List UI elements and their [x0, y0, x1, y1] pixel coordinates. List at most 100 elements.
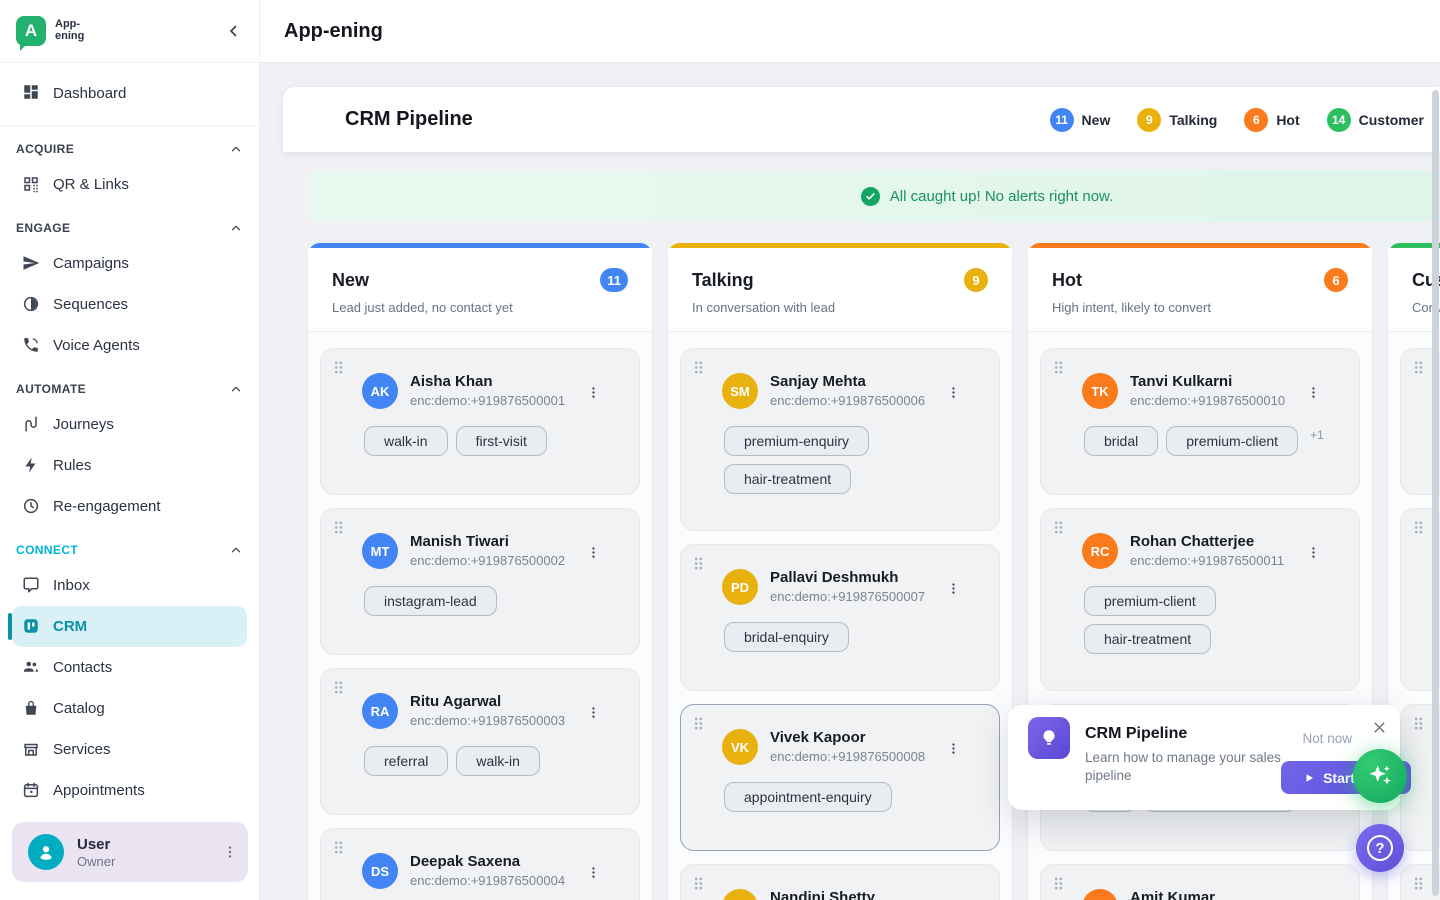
drag-handle-icon[interactable] — [1413, 360, 1424, 375]
not-now-button[interactable]: Not now — [1302, 731, 1352, 746]
chevron-left-icon — [225, 22, 243, 40]
stat-count-badge: 9 — [1137, 108, 1161, 132]
sidebar-item-campaigns[interactable]: Campaigns — [0, 243, 259, 284]
lightbulb-icon — [1028, 717, 1070, 759]
sidebar-item-crm[interactable]: CRM — [12, 606, 247, 647]
card-menu-button[interactable] — [1306, 545, 1321, 560]
sidebar-item-label: Catalog — [53, 700, 105, 717]
user-menu-button[interactable] — [222, 844, 238, 860]
send-icon — [22, 254, 42, 274]
lead-phone: enc:demo:+919876500007 — [770, 589, 925, 604]
sidebar-item-dashboard[interactable]: Dashboard — [0, 71, 259, 115]
stat-count-badge: 6 — [1244, 108, 1268, 132]
lead-name: Nandini Shetty — [770, 889, 875, 900]
section-header-automate[interactable]: AUTOMATE — [16, 382, 243, 396]
sidebar-item-sequences[interactable]: Sequences — [0, 284, 259, 325]
column-count-badge: 6 — [1324, 268, 1348, 292]
help-fab[interactable]: ? — [1356, 824, 1404, 872]
column-title: Talking — [692, 270, 754, 291]
drag-handle-icon[interactable] — [1413, 876, 1424, 891]
section-label: CONNECT — [16, 543, 78, 557]
lead-phone: enc:demo:+919876500011 — [1130, 553, 1284, 568]
lead-card-amit-kumar[interactable]: AK Amit Kumar — [1040, 864, 1360, 900]
sidebar-item-services[interactable]: Services — [0, 729, 259, 770]
drag-handle-icon[interactable] — [333, 680, 344, 695]
drag-handle-icon[interactable] — [1413, 716, 1424, 731]
avatar: MT — [362, 533, 398, 569]
drag-handle-icon[interactable] — [333, 520, 344, 535]
drag-handle-icon[interactable] — [1053, 876, 1064, 891]
stat-count-badge: 11 — [1050, 108, 1074, 132]
chevron-up-icon[interactable] — [229, 221, 243, 235]
lead-card-manish-tiwari[interactable]: MT Manish Tiwari enc:demo:+919876500002 … — [320, 508, 640, 655]
sidebar-item-catalog[interactable]: Catalog — [0, 688, 259, 729]
alert-text: All caught up! No alerts right now. — [890, 188, 1113, 205]
drag-handle-icon[interactable] — [333, 840, 344, 855]
lead-card-aisha-khan[interactable]: AK Aisha Khan enc:demo:+919876500001 wal… — [320, 348, 640, 495]
drag-handle-icon[interactable] — [693, 876, 704, 891]
card-menu-button[interactable] — [946, 581, 961, 596]
sidebar-item-appointments[interactable]: Appointments — [0, 770, 259, 811]
drag-handle-icon[interactable] — [333, 360, 344, 375]
pipeline-column-new: New 11 Lead just added, no contact yet A… — [308, 243, 652, 900]
drag-handle-icon[interactable] — [1053, 520, 1064, 535]
stat-customer: 14Customer — [1327, 108, 1424, 132]
column-title: Hot — [1052, 270, 1082, 291]
card-menu-button[interactable] — [586, 705, 601, 720]
lead-card-pallavi-deshmukh[interactable]: PD Pallavi Deshmukh enc:demo:+9198765000… — [680, 544, 1000, 691]
lead-name: Deepak Saxena — [410, 853, 565, 870]
sidebar-item-qr-links[interactable]: QR & Links — [0, 164, 259, 205]
section-header-acquire[interactable]: ACQUIRE — [16, 142, 243, 156]
close-icon[interactable] — [1371, 719, 1388, 736]
card-menu-button[interactable] — [946, 741, 961, 756]
sidebar-item-label: CRM — [53, 618, 87, 635]
card-menu-button[interactable] — [586, 545, 601, 560]
lead-card-rohan-chatterjee[interactable]: RC Rohan Chatterjee enc:demo:+9198765000… — [1040, 508, 1360, 691]
card-menu-button[interactable] — [586, 385, 601, 400]
drag-handle-icon[interactable] — [693, 716, 704, 731]
chevron-up-icon[interactable] — [229, 382, 243, 396]
sidebar-logo-row: A App- ening — [0, 0, 259, 63]
sidebar-item-re-engagement[interactable]: Re-engagement — [0, 486, 259, 527]
chevron-up-icon[interactable] — [229, 543, 243, 557]
sidebar-item-rules[interactable]: Rules — [0, 445, 259, 486]
lead-card-deepak-saxena[interactable]: DS Deepak Saxena enc:demo:+919876500004 — [320, 828, 640, 900]
ai-assistant-fab[interactable] — [1353, 749, 1407, 803]
chevron-up-icon[interactable] — [229, 142, 243, 156]
sidebar-item-voice-agents[interactable]: Voice Agents — [0, 325, 259, 366]
stat-talking: 9Talking — [1137, 108, 1217, 132]
lead-phone: enc:demo:+919876500008 — [770, 749, 925, 764]
lead-name: Manish Tiwari — [410, 533, 565, 550]
drag-handle-icon[interactable] — [1053, 360, 1064, 375]
qr-code-icon — [22, 175, 42, 195]
section-header-connect[interactable]: CONNECT — [16, 543, 243, 557]
tag-pill: appointment-enquiry — [724, 782, 892, 812]
lead-card-tanvi-kulkarni[interactable]: TK Tanvi Kulkarni enc:demo:+919876500010… — [1040, 348, 1360, 495]
card-menu-button[interactable] — [586, 865, 601, 880]
vertical-scrollbar[interactable] — [1432, 90, 1439, 896]
column-body: SM Sanjay Mehta enc:demo:+919876500006 p… — [668, 332, 1012, 900]
lead-card-vivek-kapoor[interactable]: VK Vivek Kapoor enc:demo:+919876500008 a… — [680, 704, 1000, 851]
lead-card-ritu-agarwal[interactable]: RA Ritu Agarwal enc:demo:+919876500003 r… — [320, 668, 640, 815]
section-header-engage[interactable]: ENGAGE — [16, 221, 243, 235]
drag-handle-icon[interactable] — [1413, 520, 1424, 535]
lead-card-nandini-shetty[interactable]: NS Nandini Shetty — [680, 864, 1000, 900]
storefront-icon — [22, 740, 42, 760]
sidebar-item-journeys[interactable]: Journeys — [0, 404, 259, 445]
drag-handle-icon[interactable] — [693, 556, 704, 571]
sidebar-collapse-button[interactable] — [225, 22, 243, 40]
lead-card-sanjay-mehta[interactable]: SM Sanjay Mehta enc:demo:+919876500006 p… — [680, 348, 1000, 531]
column-subtitle: High intent, likely to convert — [1052, 300, 1348, 315]
stat-count-badge: 14 — [1327, 108, 1351, 132]
sidebar-item-inbox[interactable]: Inbox — [0, 565, 259, 606]
drag-handle-icon[interactable] — [693, 360, 704, 375]
calendar-icon — [22, 781, 42, 801]
user-panel[interactable]: User Owner — [12, 822, 248, 882]
card-menu-button[interactable] — [946, 385, 961, 400]
column-subtitle: In conversation with lead — [692, 300, 988, 315]
lead-phone: enc:demo:+919876500004 — [410, 873, 565, 888]
sidebar-item-contacts[interactable]: Contacts — [0, 647, 259, 688]
card-menu-button[interactable] — [1306, 385, 1321, 400]
people-icon — [22, 658, 42, 678]
sidebar-item-label: Campaigns — [53, 255, 129, 272]
